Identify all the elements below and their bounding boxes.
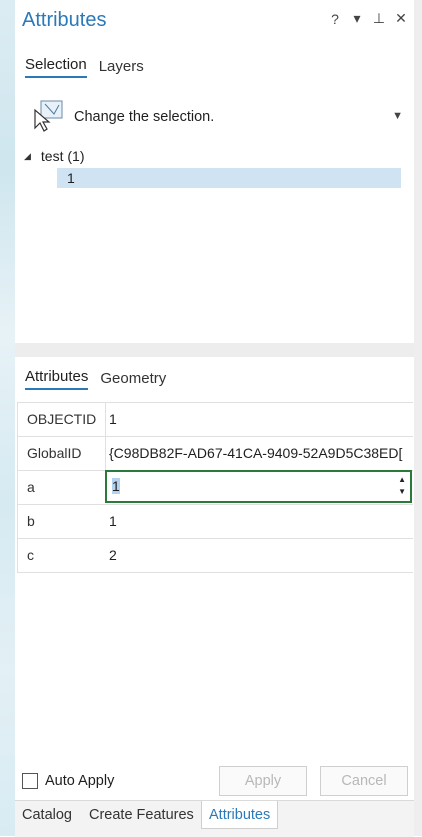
column-divider bbox=[105, 403, 106, 436]
change-selection-label: Change the selection. bbox=[74, 109, 215, 125]
help-icon[interactable]: ? bbox=[328, 11, 342, 27]
tab-catalog[interactable]: Catalog bbox=[22, 807, 72, 823]
value-numeric-editor[interactable]: 1 ▲ ▼ bbox=[105, 470, 412, 503]
selection-layers-tabs: Selection Layers bbox=[25, 56, 144, 78]
tab-attributes-pane[interactable]: Attributes bbox=[201, 801, 279, 829]
field-name: a bbox=[27, 479, 35, 495]
collapse-triangle-icon[interactable]: ◢ bbox=[24, 151, 31, 162]
change-selection-dropdown[interactable]: Change the selection. ▼ bbox=[32, 98, 407, 136]
title-controls: ? ▾ ⊥ ✕ bbox=[328, 10, 408, 27]
auto-apply-label[interactable]: Auto Apply bbox=[45, 773, 114, 789]
tree-layer-label: test (1) bbox=[40, 148, 85, 164]
close-icon[interactable]: ✕ bbox=[394, 10, 408, 27]
field-value[interactable]: {C98DB82F-AD67-41CA-9409-52A9D5C38ED[ bbox=[109, 445, 411, 461]
field-name: c bbox=[27, 547, 34, 563]
spinner[interactable]: ▲ ▼ bbox=[398, 474, 406, 498]
selection-tree: ◢ test (1) bbox=[24, 148, 85, 164]
dock-tab-bar: Catalog Create Features Attributes bbox=[15, 800, 414, 837]
column-divider bbox=[105, 437, 106, 470]
attributes-geometry-tabs: Attributes Geometry bbox=[25, 368, 166, 390]
field-name: b bbox=[27, 513, 35, 529]
auto-apply-checkbox[interactable] bbox=[22, 773, 38, 789]
selected-text: 1 bbox=[112, 478, 120, 494]
attributes-pane: Attributes ? ▾ ⊥ ✕ Selection Layers Chan… bbox=[15, 0, 415, 837]
tree-layer-node[interactable]: ◢ test (1) bbox=[24, 148, 85, 164]
map-view-edge bbox=[0, 0, 16, 836]
table-row[interactable]: OBJECTID 1 bbox=[17, 403, 413, 437]
tab-geometry[interactable]: Geometry bbox=[100, 370, 166, 390]
tree-feature-item[interactable]: 1 bbox=[57, 168, 401, 188]
pane-splitter[interactable] bbox=[15, 343, 414, 357]
dropdown-arrow-icon: ▼ bbox=[392, 110, 403, 122]
tab-layers[interactable]: Layers bbox=[99, 58, 144, 78]
tab-selection[interactable]: Selection bbox=[25, 56, 87, 78]
table-row[interactable]: b 1 bbox=[17, 505, 413, 539]
table-row[interactable]: c 2 bbox=[17, 539, 413, 573]
field-value[interactable]: 1 bbox=[109, 513, 411, 529]
action-bar: Auto Apply Apply Cancel bbox=[15, 764, 414, 800]
table-row[interactable]: GlobalID {C98DB82F-AD67-41CA-9409-52A9D5… bbox=[17, 437, 413, 471]
cancel-button[interactable]: Cancel bbox=[320, 766, 408, 796]
value-input[interactable]: 1 bbox=[112, 478, 372, 497]
pin-icon[interactable]: ⊥ bbox=[372, 10, 386, 27]
options-menu-icon[interactable]: ▾ bbox=[350, 10, 364, 27]
spin-down-icon[interactable]: ▼ bbox=[398, 486, 406, 498]
field-value[interactable]: 1 bbox=[109, 411, 411, 427]
pane-title: Attributes bbox=[22, 9, 107, 31]
table-row[interactable]: a 1 ▲ ▼ bbox=[17, 470, 413, 505]
apply-button[interactable]: Apply bbox=[219, 766, 307, 796]
field-name: GlobalID bbox=[27, 445, 82, 461]
tab-create-features[interactable]: Create Features bbox=[89, 807, 194, 823]
spin-up-icon[interactable]: ▲ bbox=[398, 474, 406, 486]
tab-attributes[interactable]: Attributes bbox=[25, 368, 89, 390]
right-edge bbox=[414, 0, 422, 836]
attribute-grid: OBJECTID 1 GlobalID {C98DB82F-AD67-41CA-… bbox=[17, 402, 413, 573]
field-name: OBJECTID bbox=[27, 411, 97, 427]
field-value[interactable]: 2 bbox=[109, 547, 411, 563]
select-pointer-icon bbox=[32, 98, 66, 137]
